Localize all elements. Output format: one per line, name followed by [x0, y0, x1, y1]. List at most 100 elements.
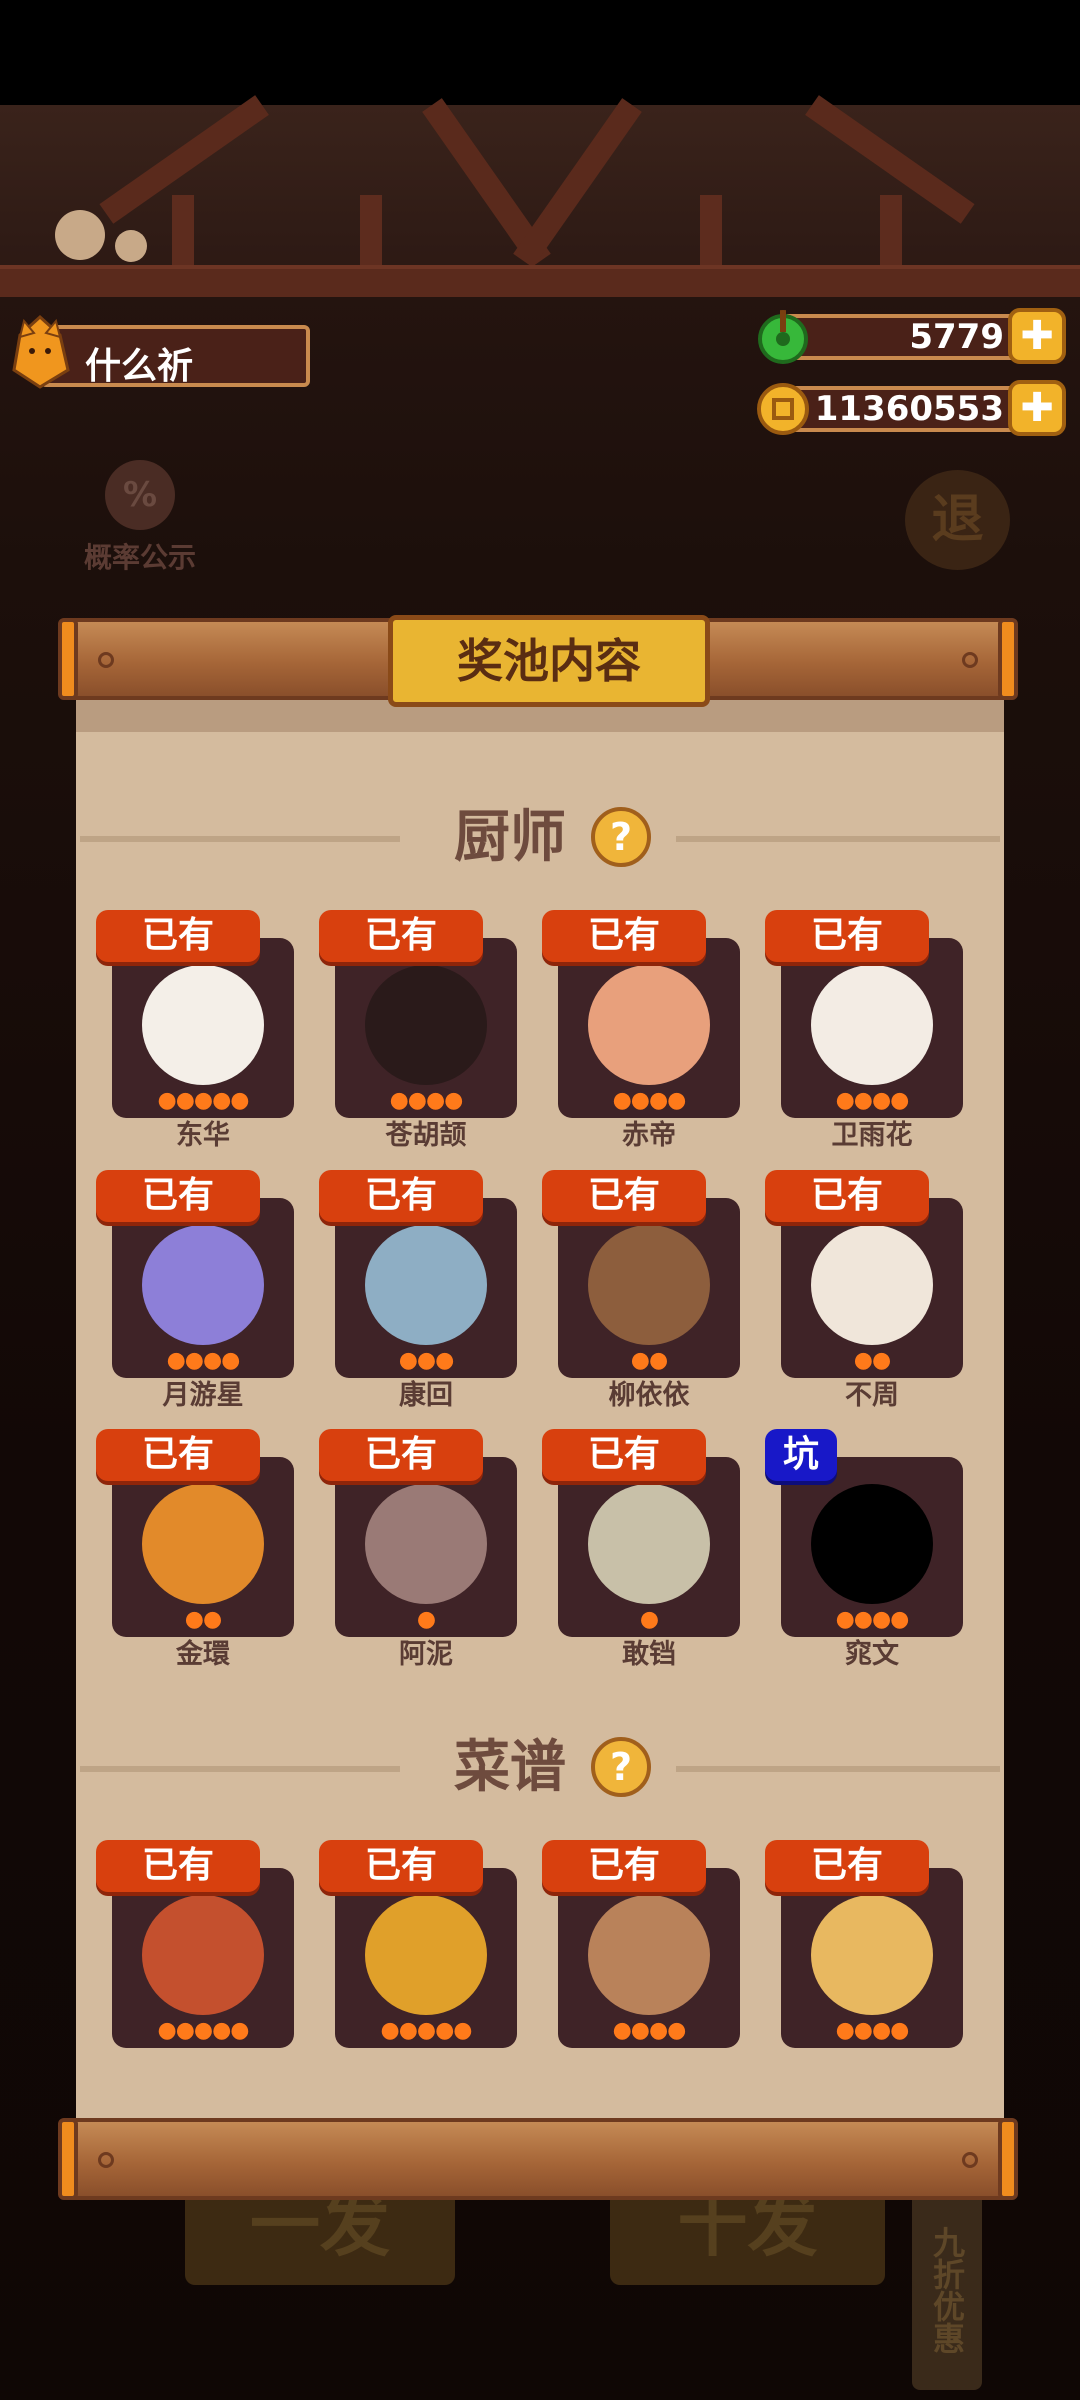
flame-rating-icon: ●●●●● [157, 1088, 250, 1113]
coin-currency: 11360553 ✚ [756, 380, 1066, 438]
owned-tag: 已有 [319, 1170, 483, 1222]
flame-rating-icon: ●●●● [835, 1607, 910, 1632]
owned-tag: 已有 [765, 910, 929, 962]
percent-gear-icon: % [105, 460, 175, 530]
recipe-help-button[interactable]: ? [591, 1737, 651, 1797]
rod-cap [998, 2118, 1018, 2200]
owned-tag: 已有 [319, 910, 483, 962]
beam-rail [0, 265, 1080, 297]
chef-name: 卫雨花 [831, 1120, 913, 1151]
owned-tag: 已有 [96, 1170, 260, 1222]
chef-card[interactable]: ●●●● 已有月游星 [96, 1170, 294, 1411]
rod-cap [58, 2118, 78, 2200]
chef-name: 东华 [176, 1120, 230, 1151]
chef-portrait [365, 965, 487, 1085]
owned-tag: 已有 [542, 910, 706, 962]
chef-name: 康回 [399, 1380, 453, 1411]
exit-button[interactable]: 退 [905, 470, 1010, 570]
chef-portrait [588, 1484, 710, 1604]
chef-card[interactable]: ●●●● 已有 赤帝 [542, 910, 740, 1151]
scroll-bottom-rod [58, 2118, 1018, 2200]
probability-button[interactable]: % 概率公示 [70, 460, 210, 576]
chef-name: 月游星 [162, 1380, 244, 1411]
owned-tag: 已有 [96, 910, 260, 962]
divider-line [80, 1766, 400, 1772]
dish-image [811, 1895, 933, 2015]
flame-rating-icon: ●●●●● [380, 2018, 473, 2043]
chick-figure [115, 230, 147, 262]
chef-card[interactable]: ●● 已有金環 [96, 1429, 294, 1670]
flame-rating-icon: ● [639, 1607, 659, 1632]
player-name: 什么祈 [85, 346, 194, 387]
chef-portrait [142, 1484, 264, 1604]
owned-tag: 已有 [319, 1840, 483, 1892]
chef-card[interactable]: ●● 已有 柳依依 [542, 1170, 740, 1411]
chef-name: 窕文 [845, 1639, 899, 1670]
chef-name: 敢铛 [622, 1639, 676, 1670]
chef-card[interactable]: ● 已有 敢铛 [542, 1429, 740, 1670]
recipe-card[interactable]: ●●●● 已有 [542, 1840, 740, 2080]
dish-image [142, 1895, 264, 2015]
owned-tag: 已有 [96, 1840, 260, 1892]
recipe-card[interactable]: ●●●●● 已有 [96, 1840, 294, 2080]
chef-portrait [142, 965, 264, 1085]
owned-tag: 已有 [542, 1170, 706, 1222]
panel-title: 奖池内容 [457, 634, 641, 688]
chef-name: 不周 [845, 1380, 899, 1411]
chef-name: 柳依依 [608, 1380, 690, 1411]
pit-tag: 坑 [765, 1429, 837, 1481]
coin-icon [757, 383, 809, 435]
jade-currency: 5779 ✚ [756, 308, 1066, 366]
flame-rating-icon: ●● [853, 1348, 891, 1373]
flame-rating-icon: ●●●●● [157, 2018, 250, 2043]
recipe-section-header: 菜谱 ? [76, 1733, 1004, 1803]
chef-portrait [588, 965, 710, 1085]
divider-line [676, 836, 1000, 842]
chef-card[interactable]: ●●●● 已有卫雨花 [765, 910, 963, 1151]
recipe-card[interactable]: ●●●●● 已有 [319, 1840, 517, 2080]
owned-tag: 已有 [319, 1429, 483, 1481]
recipe-card[interactable]: ●●●● 已有 [765, 1840, 963, 2080]
chef-portrait [811, 1484, 933, 1604]
rod-nail [98, 652, 114, 668]
chef-portrait [811, 1225, 933, 1345]
flame-rating-icon: ●●●● [835, 2018, 910, 2043]
discount-tag: 九折优惠 [912, 2190, 982, 2390]
roof-beam [0, 95, 1080, 297]
jade-icon [758, 310, 808, 364]
flame-rating-icon: ●●●● [835, 1088, 910, 1113]
probability-label: 概率公示 [83, 541, 196, 574]
player-banner[interactable]: 什么祈 [10, 315, 310, 395]
chef-portrait [811, 965, 933, 1085]
chef-name: 阿泥 [399, 1639, 453, 1670]
chef-section-header: 厨师 ? [76, 803, 1004, 873]
divider-line [676, 1766, 1000, 1772]
rod-cap [58, 618, 78, 700]
chef-card[interactable]: ●● 已有不周 [765, 1170, 963, 1411]
rod-cap [998, 618, 1018, 700]
chef-portrait [142, 1225, 264, 1345]
chef-card[interactable]: ● 已有阿泥 [319, 1429, 517, 1670]
chef-portrait [365, 1484, 487, 1604]
beam-brace [513, 98, 642, 268]
chef-card[interactable]: ●●●●● 已有东华 [96, 910, 294, 1151]
flame-rating-icon: ●●●● [166, 1348, 241, 1373]
owned-tag: 已有 [765, 1840, 929, 1892]
flame-rating-icon: ●● [184, 1607, 222, 1632]
chef-card[interactable]: ●●●● 已有 苍胡颉 [319, 910, 517, 1151]
divider-line [80, 836, 400, 842]
chick-figure [55, 210, 105, 260]
rod-nail [98, 2152, 114, 2168]
chef-help-button[interactable]: ? [591, 807, 651, 867]
owned-tag: 已有 [765, 1170, 929, 1222]
owned-tag: 已有 [96, 1429, 260, 1481]
flame-rating-icon: ● [416, 1607, 436, 1632]
add-jade-button[interactable]: ✚ [1008, 308, 1066, 364]
chef-card[interactable]: ●●● 已有 康回 [319, 1170, 517, 1411]
add-coins-button[interactable]: ✚ [1008, 380, 1066, 436]
chef-name: 金環 [176, 1639, 230, 1670]
chef-card[interactable]: ●●●● 坑窕文 [765, 1429, 963, 1670]
owned-tag: 已有 [542, 1840, 706, 1892]
chef-name: 苍胡颉 [385, 1120, 467, 1151]
chef-portrait [365, 1225, 487, 1345]
